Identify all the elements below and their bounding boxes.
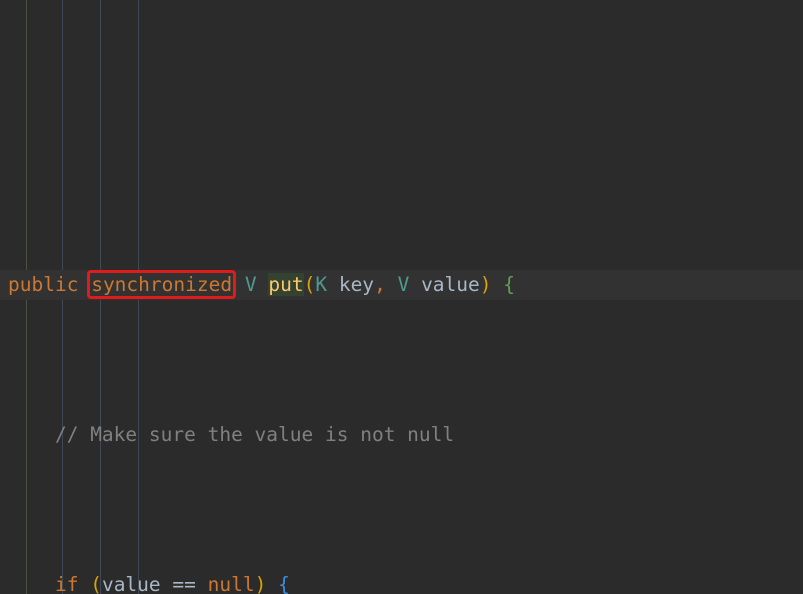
brace-open: { [278, 573, 290, 594]
param-key: key [338, 273, 375, 296]
method-name-put[interactable]: put [268, 273, 304, 296]
code-line-1[interactable]: public synchronized V put(K key, V value… [0, 270, 803, 300]
paren-close: ) [479, 273, 492, 296]
code-line-3[interactable]: if (value == null) { [0, 570, 803, 594]
identifier-value: value [101, 573, 161, 594]
paren-open: ( [90, 573, 102, 594]
literal-null: null [207, 573, 255, 594]
code-line-2[interactable]: // Make sure the value is not null [0, 420, 803, 450]
paren-close: ) [254, 573, 267, 594]
param-value: value [421, 273, 480, 296]
keyword-public: public [8, 273, 79, 296]
comment-value-not-null: // Make sure the value is not null [54, 423, 455, 446]
keyword-synchronized-highlighted[interactable]: synchronized [87, 270, 237, 299]
keyword-if: if [54, 573, 79, 594]
type-param-V2: V [397, 273, 410, 296]
comma: , [374, 273, 386, 296]
type-param-K: K [315, 273, 328, 296]
type-param-V: V [244, 273, 257, 296]
code-editor[interactable]: public synchronized V put(K key, V value… [0, 0, 803, 594]
paren-open: ( [303, 273, 316, 296]
brace-open: { [503, 273, 516, 296]
